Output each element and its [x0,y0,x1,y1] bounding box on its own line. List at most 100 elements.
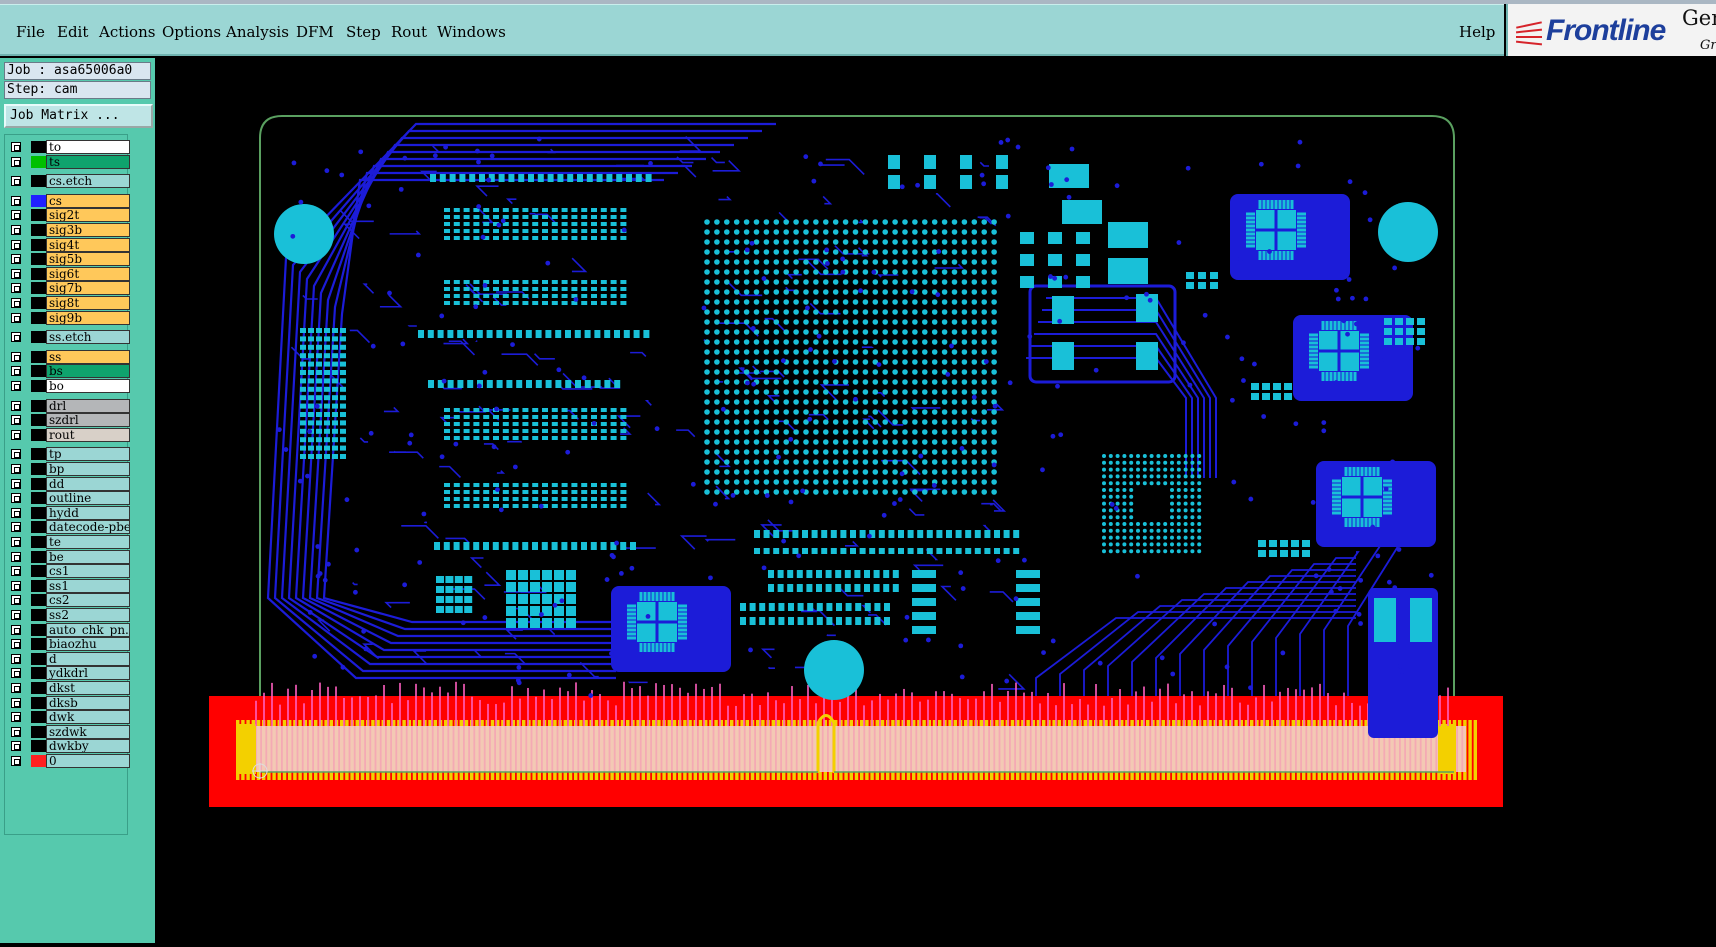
layer-name[interactable]: to [46,140,130,154]
layer-color-swatch[interactable] [31,580,46,592]
layer-affected-checkbox[interactable] [11,552,21,562]
layer-row-ss[interactable]: ss [9,349,129,364]
layer-name[interactable]: outline [46,491,130,505]
layer-row-sig9b[interactable]: sig9b [9,310,129,325]
layer-row-ss1[interactable]: ss1 [9,578,129,593]
layer-row-dksb[interactable]: dksb [9,695,129,710]
layer-color-swatch[interactable] [31,521,46,533]
layer-affected-checkbox[interactable] [11,254,21,264]
layer-color-swatch[interactable] [31,448,46,460]
layer-row-sig3b[interactable]: sig3b [9,222,129,237]
layer-color-swatch[interactable] [31,175,46,187]
menu-file[interactable]: File [16,23,45,41]
layer-color-swatch[interactable] [31,380,46,392]
layer-row-outline[interactable]: outline [9,490,129,505]
layer-name[interactable]: sig3b [46,223,130,237]
layer-affected-checkbox[interactable] [11,430,21,440]
layer-color-swatch[interactable] [31,195,46,207]
layer-color-swatch[interactable] [31,667,46,679]
layer-affected-checkbox[interactable] [11,449,21,459]
layer-affected-checkbox[interactable] [11,366,21,376]
layer-row-dd[interactable]: dd [9,476,129,491]
layer-name[interactable]: ydkdrl [46,666,130,680]
layer-color-swatch[interactable] [31,726,46,738]
layer-color-swatch[interactable] [31,297,46,309]
layer-color-swatch[interactable] [31,331,46,343]
layer-row-te[interactable]: te [9,534,129,549]
layer-affected-checkbox[interactable] [11,668,21,678]
layer-name[interactable]: sig8t [46,296,130,310]
layer-color-swatch[interactable] [31,638,46,650]
layer-color-swatch[interactable] [31,156,46,168]
layer-row-ts[interactable]: ts [9,154,129,169]
layer-color-swatch[interactable] [31,209,46,221]
layer-name[interactable]: rout [46,428,130,442]
menu-edit[interactable]: Edit [57,23,88,41]
layer-row-hydd[interactable]: hydd [9,505,129,520]
layer-affected-checkbox[interactable] [11,581,21,591]
layer-affected-checkbox[interactable] [11,298,21,308]
layer-name[interactable]: dkst [46,681,130,695]
layer-name[interactable]: dd [46,477,130,491]
menu-actions[interactable]: Actions [99,23,155,41]
layer-affected-checkbox[interactable] [11,508,21,518]
layer-affected-checkbox[interactable] [11,464,21,474]
layer-name[interactable]: biaozhu [46,637,130,651]
layer-name[interactable]: ss2 [46,608,130,622]
layer-color-swatch[interactable] [31,268,46,280]
layer-row-sig2t[interactable]: sig2t [9,207,129,222]
layer-row-sig5b[interactable]: sig5b [9,251,129,266]
layer-affected-checkbox[interactable] [11,712,21,722]
layer-row-tp[interactable]: tp [9,446,129,461]
layer-name[interactable]: szdwk [46,725,130,739]
layer-color-swatch[interactable] [31,711,46,723]
layer-row-cs1[interactable]: cs1 [9,563,129,578]
layer-color-swatch[interactable] [31,463,46,475]
layer-affected-checkbox[interactable] [11,625,21,635]
layer-row-0[interactable]: 0 [9,753,129,768]
layer-row-sig7b[interactable]: sig7b [9,280,129,295]
layer-color-swatch[interactable] [31,351,46,363]
layer-name[interactable]: ss1 [46,579,130,593]
layer-row-ydkdrl[interactable]: ydkdrl [9,665,129,680]
layer-affected-checkbox[interactable] [11,566,21,576]
layer-name[interactable]: ss [46,350,130,364]
layer-row-bo[interactable]: bo [9,378,129,393]
layer-affected-checkbox[interactable] [11,610,21,620]
layer-affected-checkbox[interactable] [11,225,21,235]
layer-row-cs-etch[interactable]: cs.etch [9,173,129,188]
layer-name[interactable]: hydd [46,506,130,520]
menu-analysis[interactable]: Analysis [226,23,289,41]
layer-row-ss-etch[interactable]: ss.etch [9,329,129,344]
layer-affected-checkbox[interactable] [11,157,21,167]
layer-affected-checkbox[interactable] [11,727,21,737]
layer-affected-checkbox[interactable] [11,756,21,766]
layer-name[interactable]: szdrl [46,413,130,427]
menu-help[interactable]: Help [1459,23,1495,41]
layer-name[interactable]: drl [46,399,130,413]
layer-row-d[interactable]: d [9,651,129,666]
layer-color-swatch[interactable] [31,536,46,548]
layer-color-swatch[interactable] [31,282,46,294]
layer-color-swatch[interactable] [31,551,46,563]
layer-row-be[interactable]: be [9,549,129,564]
layer-row-rout[interactable]: rout [9,427,129,442]
layer-affected-checkbox[interactable] [11,381,21,391]
layer-affected-checkbox[interactable] [11,196,21,206]
layer-color-swatch[interactable] [31,492,46,504]
layer-name[interactable]: sig7b [46,281,130,295]
layer-row-szdwk[interactable]: szdwk [9,724,129,739]
layer-row-cs2[interactable]: cs2 [9,592,129,607]
layer-row-szdrl[interactable]: szdrl [9,412,129,427]
layer-affected-checkbox[interactable] [11,741,21,751]
layer-name[interactable]: auto_chk_pn. [46,623,130,637]
layer-color-swatch[interactable] [31,239,46,251]
layer-name[interactable]: dksb [46,696,130,710]
layer-color-swatch[interactable] [31,400,46,412]
layer-name[interactable]: bp [46,462,130,476]
layer-color-swatch[interactable] [31,253,46,265]
layer-row-cs[interactable]: cs [9,193,129,208]
layer-name[interactable]: cs1 [46,564,130,578]
layer-affected-checkbox[interactable] [11,283,21,293]
layer-color-swatch[interactable] [31,740,46,752]
